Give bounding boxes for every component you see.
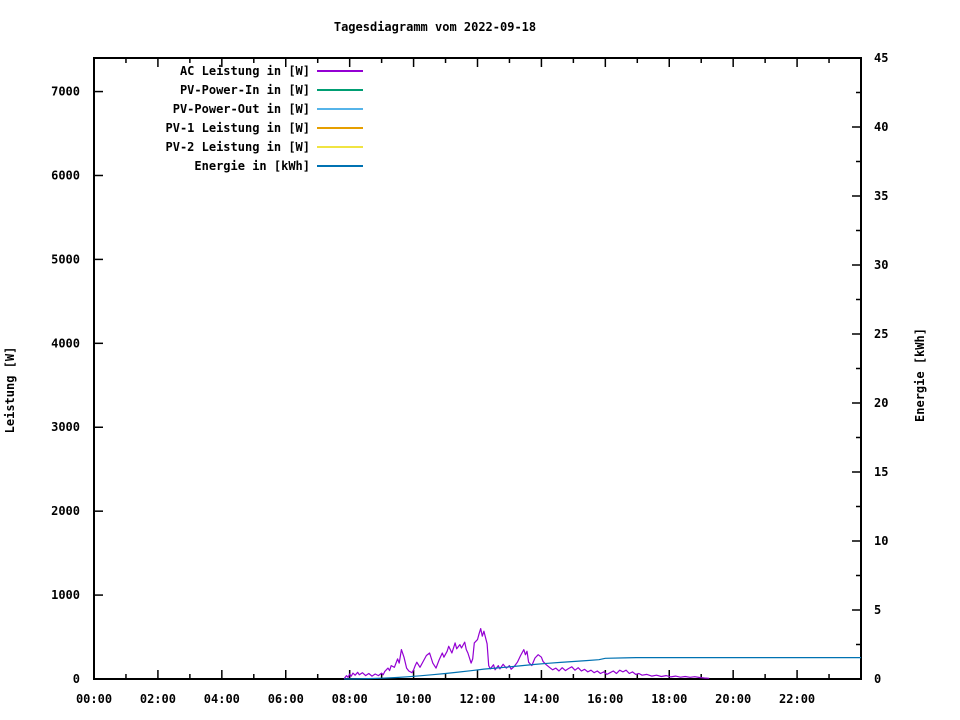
y-tick-label: 6000 <box>51 168 80 182</box>
tagesdiagramm-chart: Tagesdiagramm vom 2022-09-18 Leistung [W… <box>3 20 927 706</box>
y2-tick-label: 5 <box>874 603 881 617</box>
x-tick-label: 02:00 <box>140 692 176 706</box>
series-lines <box>343 627 861 680</box>
y-tick-label: 0 <box>73 672 80 686</box>
series-line-1 <box>343 627 710 679</box>
y-axis-title: Leistung [W] <box>3 347 17 434</box>
chart-screen: Tagesdiagramm vom 2022-09-18 Leistung [W… <box>0 0 960 720</box>
y2-tick-label: 35 <box>874 189 888 203</box>
legend-label: Energie in [kWh] <box>194 159 310 173</box>
y2-tick-label: 10 <box>874 534 888 548</box>
x-tick-label: 16:00 <box>587 692 623 706</box>
chart-title: Tagesdiagramm vom 2022-09-18 <box>334 20 536 34</box>
x-tick-label: 22:00 <box>779 692 815 706</box>
x-tick-label: 10:00 <box>396 692 432 706</box>
x-tick-label: 12:00 <box>459 692 495 706</box>
legend-label: PV-2 Leistung in [W] <box>166 140 311 154</box>
x-tick-label: 00:00 <box>76 692 112 706</box>
legend: AC Leistung in [W] PV-Power-In in [W] PV-P… <box>166 64 363 173</box>
y2-axis-title: Energie [kWh] <box>913 328 927 422</box>
x-tick-label: 18:00 <box>651 692 687 706</box>
x-tick-label: 14:00 <box>523 692 559 706</box>
x-tick-label: 08:00 <box>332 692 368 706</box>
y-tick-label: 3000 <box>51 420 80 434</box>
legend-label: PV-Power-Out in [W] <box>173 102 310 116</box>
series-line-6 <box>344 656 861 680</box>
x-tick-label: 04:00 <box>204 692 240 706</box>
y2-tick-label: 25 <box>874 327 888 341</box>
legend-label: PV-1 Leistung in [W] <box>166 121 311 135</box>
y2-tick-label: 15 <box>874 465 888 479</box>
x-tick-label: 06:00 <box>268 692 304 706</box>
y2-tick-label: 40 <box>874 120 888 134</box>
y-tick-label: 2000 <box>51 504 80 518</box>
y-tick-label: 7000 <box>51 85 80 99</box>
legend-label: AC Leistung in [W] <box>180 64 310 78</box>
y2-tick-label: 30 <box>874 258 888 272</box>
y2-tick-label: 20 <box>874 396 888 410</box>
y2-tick-label: 0 <box>874 672 881 686</box>
y-tick-label: 1000 <box>51 588 80 602</box>
x-tick-label: 20:00 <box>715 692 751 706</box>
y2-tick-label: 45 <box>874 51 888 65</box>
legend-label: PV-Power-In in [W] <box>180 83 310 97</box>
y-tick-label: 4000 <box>51 336 80 350</box>
y-tick-label: 5000 <box>51 252 80 266</box>
